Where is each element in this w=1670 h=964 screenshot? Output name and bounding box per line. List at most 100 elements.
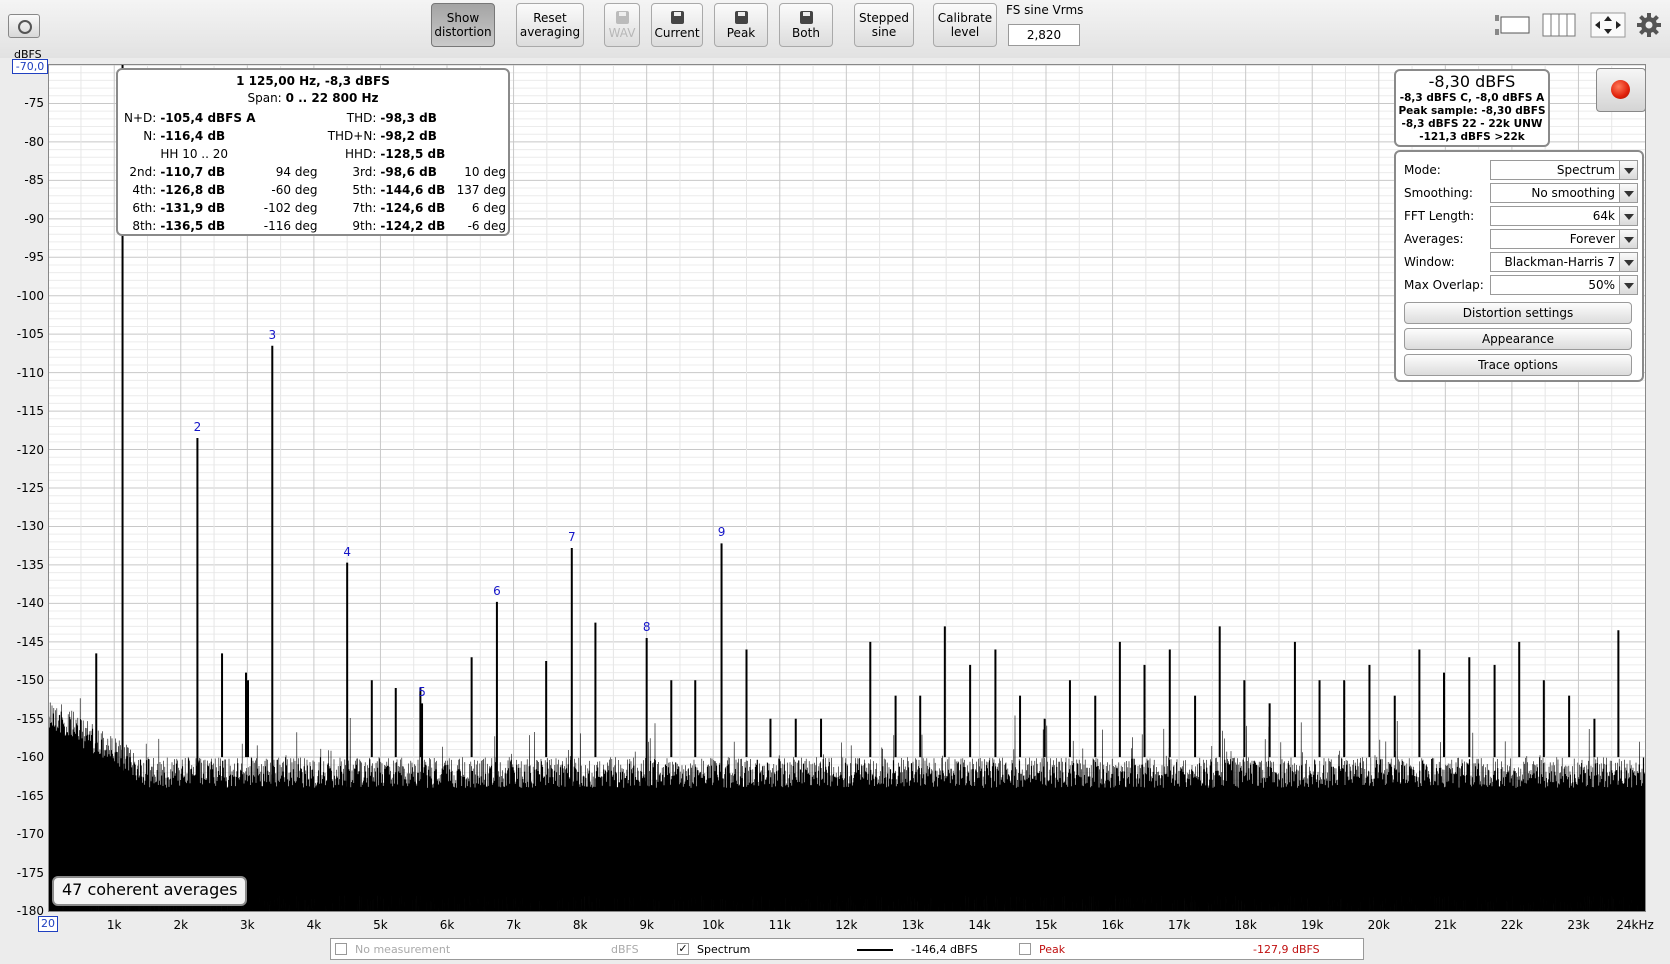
span-readout: Span: 0 .. 22 800 Hz [247,91,379,105]
show-distortion-button[interactable]: Show distortion [431,3,495,47]
x-tick-label: 16k [1101,918,1124,932]
chevron-down-icon [1619,161,1637,179]
averages-select[interactable]: Forever [1490,229,1638,249]
chevron-down-icon [1619,276,1637,294]
x-tick-label: 1k [106,918,122,932]
distortion-cell: 7th: [352,201,377,215]
level-weighted: -8,3 dBFS C, -8,0 dBFS A [1399,92,1545,104]
no-measurement-unit: dBFS [611,943,639,956]
harmonic-label: 6 [493,583,501,598]
y-tick-label: -125 [16,481,44,495]
distortion-cell: HHD: [345,147,377,161]
y-tick-label: -120 [16,442,44,457]
mode-select[interactable]: Spectrum [1490,160,1638,180]
distortion-cell: -6 deg [467,219,506,233]
distortion-cell: 9th: [352,219,377,233]
y-tick-label: -130 [16,519,44,534]
fft-length-select[interactable]: 64k [1490,206,1638,226]
x-tick-label: 21k [1434,918,1457,932]
distortion-cell [258,127,320,145]
y-tick-label: -175 [16,865,44,880]
move-arrows-icon[interactable] [1590,12,1626,38]
mode-row: Mode: Spectrum [1404,160,1638,182]
distortion-cell: -98,3 dB [380,111,437,125]
level-above-22k: -121,3 dBFS >22k [1419,131,1525,143]
smoothing-select[interactable]: No smoothing [1490,183,1638,203]
save-peak-button[interactable]: Peak [714,3,768,47]
distortion-cell: 3rd: [352,165,377,179]
save-wav-button[interactable]: WAV [604,3,640,47]
x-tick-label: 19k [1301,918,1324,932]
y-tick-label: -140 [16,596,44,611]
level-main: -8,30 dBFS [1428,72,1516,91]
chevron-down-icon [1619,253,1637,271]
distortion-row: N+D: -105,4 dBFS A THD: -98,3 dB [122,109,508,127]
y-tick-label: -165 [16,788,44,803]
camera-icon[interactable] [8,14,40,38]
max-overlap-row: Max Overlap: 50% [1404,275,1638,297]
x-axis-start-value[interactable]: 20 [38,916,58,932]
chevron-down-icon [1619,230,1637,248]
y-tick-label: -155 [16,711,44,726]
calibrate-level-button[interactable]: Calibrate level [933,3,997,47]
distortion-cell: -124,2 dB [380,219,446,233]
x-tick-label: 20k [1367,918,1390,932]
x-tick-label: 4k [306,918,322,932]
distortion-cell: -136,5 dB [160,219,226,233]
harmonic-label: 2 [193,420,202,434]
y-tick-label: -110 [16,365,44,380]
save-current-button[interactable]: Current [651,3,703,47]
columns-icon[interactable] [1542,12,1576,38]
distortion-cell: -124,6 dB [380,201,446,215]
fs-sine-label: FS sine Vrms [1006,3,1084,17]
peak-checkbox[interactable] [1019,943,1031,955]
harmonic-label: 9 [717,525,726,540]
trace-options-button[interactable]: Trace options [1404,354,1632,376]
distortion-settings-button[interactable]: Distortion settings [1404,302,1632,324]
max-overlap-select[interactable]: 50% [1490,275,1638,295]
gear-icon[interactable] [1636,12,1662,38]
level-unweighted: -8,3 dBFS 22 - 22k UNW [1401,118,1543,130]
distortion-cell: 5th: [352,183,377,197]
distortion-cell [258,145,320,163]
layout-icon[interactable] [1494,12,1532,38]
y-tick-label: -135 [16,557,44,572]
x-tick-label: 3k [240,918,255,932]
distortion-cell: THD: [346,111,377,125]
stepped-sine-button[interactable]: Stepped sine [854,3,914,47]
reset-averaging-button[interactable]: Reset averaging [516,3,584,47]
level-readout-panel: -8,30 dBFS -8,3 dBFS C, -8,0 dBFS A Peak… [1394,69,1550,147]
no-measurement-checkbox[interactable] [335,943,347,955]
record-button[interactable] [1596,68,1646,112]
spectrum-checkbox[interactable]: ✓ [677,943,689,955]
chevron-down-icon [1619,184,1637,202]
y-axis-top-value[interactable]: -70,0 [12,59,48,74]
y-tick-label: -105 [16,327,44,342]
x-tick-label: 15k [1034,918,1058,932]
x-tick-label: 22k [1500,918,1523,932]
y-tick-label: -75 [24,96,44,111]
distortion-info-panel: 1 125,00 Hz, -8,3 dBFS Span: 0 .. 22 800… [116,68,510,236]
y-tick-label: -95 [24,250,44,265]
distortion-cell: -126,8 dB [160,183,226,197]
distortion-cell: -131,9 dB [160,201,226,215]
distortion-cell: 8th: [132,219,157,233]
distortion-row: HH 10 .. 20 HHD: -128,5 dB [122,145,508,163]
distortion-cell: -128,5 dB [380,147,446,161]
appearance-button[interactable]: Appearance [1404,328,1632,350]
distortion-cell: -98,6 dB [380,165,437,179]
fs-sine-input[interactable]: 2,820 [1008,24,1080,46]
x-tick-label: 6k [439,918,455,932]
window-select[interactable]: Blackman-Harris 7 [1490,252,1638,272]
distortion-cell: -105,4 dBFS A [160,111,256,125]
x-tick-label: 9k [639,918,654,932]
distortion-cell: -98,2 dB [380,129,437,143]
harmonic-label: 8 [642,619,651,634]
x-tick-label: 5k [373,918,388,932]
distortion-cell: 6th: [132,201,157,215]
spectrum-value: -146,4 dBFS [911,943,978,956]
distortion-cell: 6 deg [471,201,506,215]
save-both-button[interactable]: Both [779,3,833,47]
analyzer-settings-panel: Mode: Spectrum Smoothing: No smoothing F… [1394,150,1644,382]
y-tick-label: -85 [24,173,44,188]
